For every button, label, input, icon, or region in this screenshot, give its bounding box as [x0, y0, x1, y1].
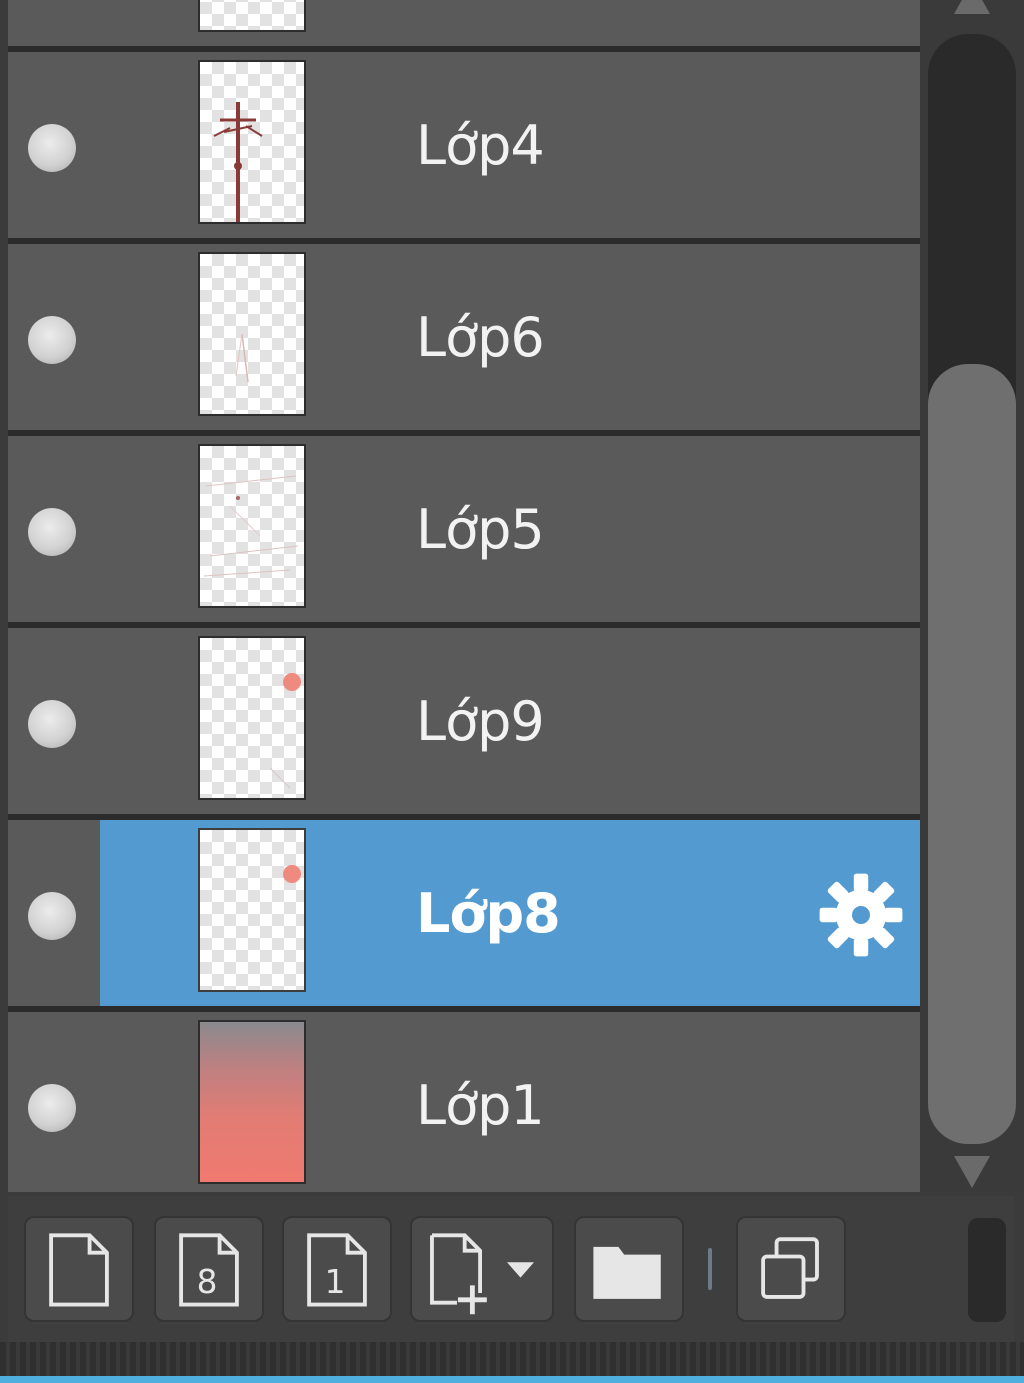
new-layer-button[interactable] — [24, 1216, 134, 1322]
layer-panel: Lớp4 Lớp6 Lớp5 Lớp9 Lớp8 Lớp1 8 1 — [0, 0, 1024, 1383]
layer-thumbnail — [198, 60, 306, 224]
new-1bit-layer-icon: 1 — [307, 1233, 367, 1307]
layer-thumbnail — [198, 252, 306, 416]
toolbar-separator — [708, 1248, 712, 1290]
layer-toolbar: 8 1 — [8, 1196, 1014, 1342]
tree-sketch-thumbnail — [213, 102, 263, 222]
new-1bit-layer-button[interactable]: 1 — [282, 1216, 392, 1322]
visibility-toggle-icon[interactable] — [28, 316, 76, 364]
layer-row[interactable]: Lớp4 — [8, 52, 920, 238]
layer-row[interactable]: Lớp9 — [8, 628, 920, 814]
layer-row-partial[interactable] — [8, 0, 920, 46]
layer-thumbnail — [198, 0, 306, 32]
layer-list-scrollbar[interactable] — [920, 0, 1024, 1192]
visibility-toggle-icon[interactable] — [28, 700, 76, 748]
layer-name: Lớp6 — [416, 306, 545, 369]
layer-thumbnail — [198, 1020, 306, 1184]
new-folder-button[interactable] — [574, 1216, 684, 1322]
visibility-toggle-icon[interactable] — [28, 508, 76, 556]
new-8bit-layer-button[interactable]: 8 — [154, 1216, 264, 1322]
scroll-thumb[interactable] — [928, 364, 1016, 1144]
new-layer-icon — [49, 1233, 109, 1307]
layer-thumbnail — [198, 828, 306, 992]
layer-name: Lớp8 — [416, 882, 561, 945]
panel-accent-line — [0, 1376, 1024, 1383]
duplicate-layer-button[interactable] — [736, 1216, 846, 1322]
layer-settings-gear-icon[interactable] — [816, 870, 906, 960]
folder-icon — [593, 1246, 661, 1299]
layer-name: Lớp4 — [416, 114, 545, 177]
layer-row-selected[interactable]: Lớp8 — [8, 820, 920, 1006]
new-8bit-layer-icon: 8 — [179, 1233, 239, 1307]
add-layer-dropdown-button[interactable] — [410, 1216, 554, 1322]
sun-dot-thumbnail — [283, 865, 301, 883]
scroll-up-arrow-icon[interactable] — [954, 0, 990, 14]
toolbar-scroll-handle[interactable] — [968, 1218, 1006, 1322]
visibility-toggle-icon[interactable] — [28, 1084, 76, 1132]
panel-resize-grip[interactable] — [0, 1342, 1024, 1378]
layer-row[interactable]: Lớp5 — [8, 436, 920, 622]
layer-name: Lớp5 — [416, 498, 545, 561]
layer-thumbnail — [198, 444, 306, 608]
duplicate-layer-icon — [761, 1237, 819, 1299]
layer-name: Lớp1 — [416, 1074, 545, 1137]
faint-sketch-thumbnail — [203, 475, 299, 577]
bit-depth-glyph: 8 — [197, 1263, 218, 1301]
faint-line-thumbnail — [235, 333, 249, 383]
scroll-down-arrow-icon[interactable] — [954, 1156, 990, 1188]
layer-name: Lớp9 — [416, 690, 545, 753]
sun-dot-thumbnail — [269, 673, 301, 789]
layer-list: Lớp4 Lớp6 Lớp5 Lớp9 Lớp8 Lớp1 — [8, 0, 920, 1192]
visibility-toggle-icon[interactable] — [28, 124, 76, 172]
add-layer-dropdown-icon — [430, 1233, 534, 1315]
scroll-track[interactable] — [928, 34, 1016, 1144]
layer-row[interactable]: Lớp1 — [8, 1012, 920, 1192]
layer-row[interactable]: Lớp6 — [8, 244, 920, 430]
layer-thumbnail — [198, 636, 306, 800]
bit-depth-glyph: 1 — [325, 1263, 346, 1301]
visibility-toggle-icon[interactable] — [28, 892, 76, 940]
